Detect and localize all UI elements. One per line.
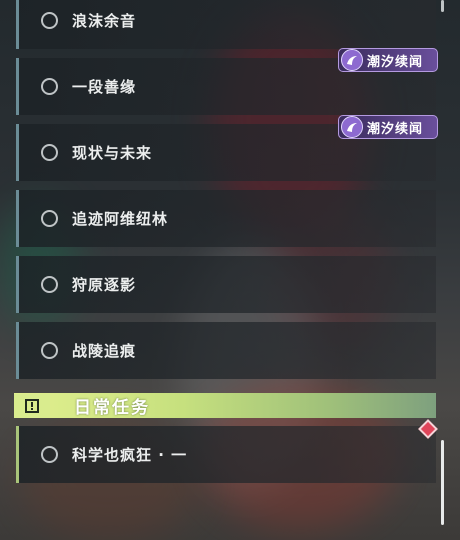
scrollbar-top[interactable] — [441, 0, 444, 12]
quest-item[interactable]: 追迹阿维纽林 — [16, 190, 436, 247]
status-circle-icon — [41, 12, 58, 29]
tidal-badge: 潮汐续闻 — [338, 48, 438, 72]
alert-box-icon — [14, 393, 50, 418]
quest-panel: 浪沫余音 一段善缘 现状与未来 追迹阿维纽林 狩原逐影 战陵追痕 潮汐续闻 潮汐… — [0, 0, 460, 540]
status-circle-icon — [41, 342, 58, 359]
quest-label: 战陵追痕 — [72, 342, 137, 360]
status-circle-icon — [41, 78, 58, 95]
tidal-badge: 潮汐续闻 — [338, 115, 438, 139]
quest-label: 现状与未来 — [72, 144, 153, 162]
scrollbar-thumb[interactable] — [441, 440, 444, 525]
tidal-swirl-icon — [341, 116, 363, 138]
quest-label: 科学也疯狂 · 一 — [72, 446, 188, 464]
daily-quests-header[interactable]: 日常任务 — [14, 393, 436, 418]
badge-label: 潮汐续闻 — [367, 54, 424, 70]
status-circle-icon — [41, 276, 58, 293]
daily-quests-title: 日常任务 — [74, 398, 150, 418]
quest-label: 浪沫余音 — [72, 12, 137, 30]
quest-label: 一段善缘 — [72, 78, 137, 96]
quest-item[interactable]: 狩原逐影 — [16, 256, 436, 313]
tidal-swirl-icon — [341, 49, 363, 71]
badge-label: 潮汐续闻 — [367, 121, 424, 137]
status-circle-icon — [41, 446, 58, 463]
quest-item[interactable]: 战陵追痕 — [16, 322, 436, 379]
quest-item[interactable]: 浪沫余音 — [16, 0, 436, 49]
status-circle-icon — [41, 210, 58, 227]
status-circle-icon — [41, 144, 58, 161]
quest-label: 追迹阿维纽林 — [72, 210, 169, 228]
quest-label: 狩原逐影 — [72, 276, 137, 294]
daily-quest-item[interactable]: 科学也疯狂 · 一 — [16, 426, 436, 483]
